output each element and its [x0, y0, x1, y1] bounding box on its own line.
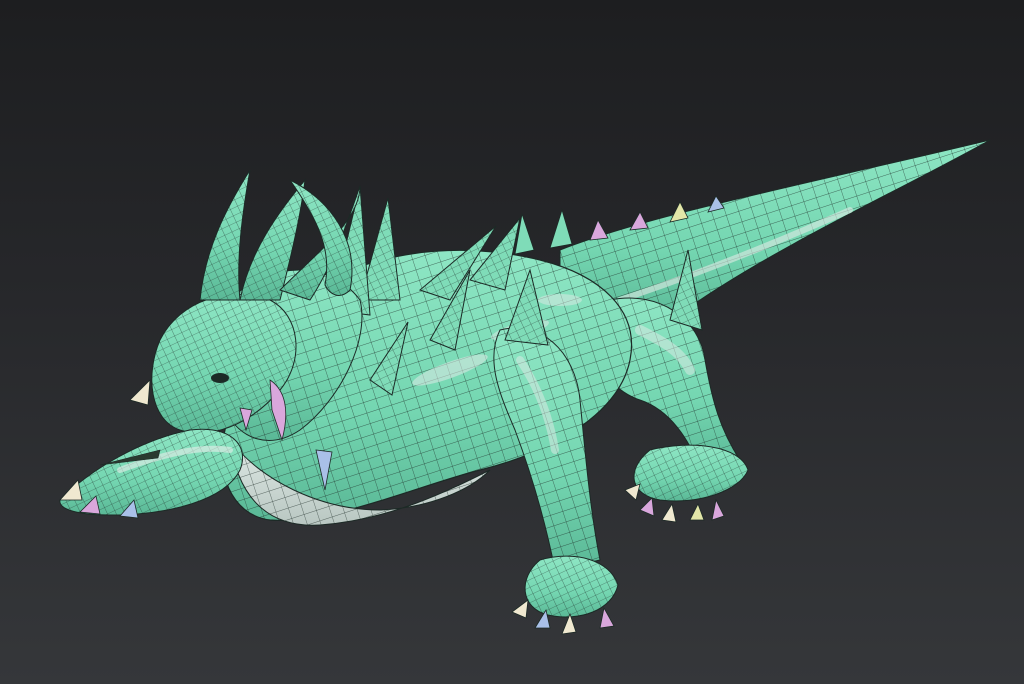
dragon-model[interactable] [0, 0, 1024, 684]
3d-viewport[interactable] [0, 0, 1024, 684]
dragon-eye [211, 373, 229, 383]
dragon-tail [559, 139, 991, 325]
